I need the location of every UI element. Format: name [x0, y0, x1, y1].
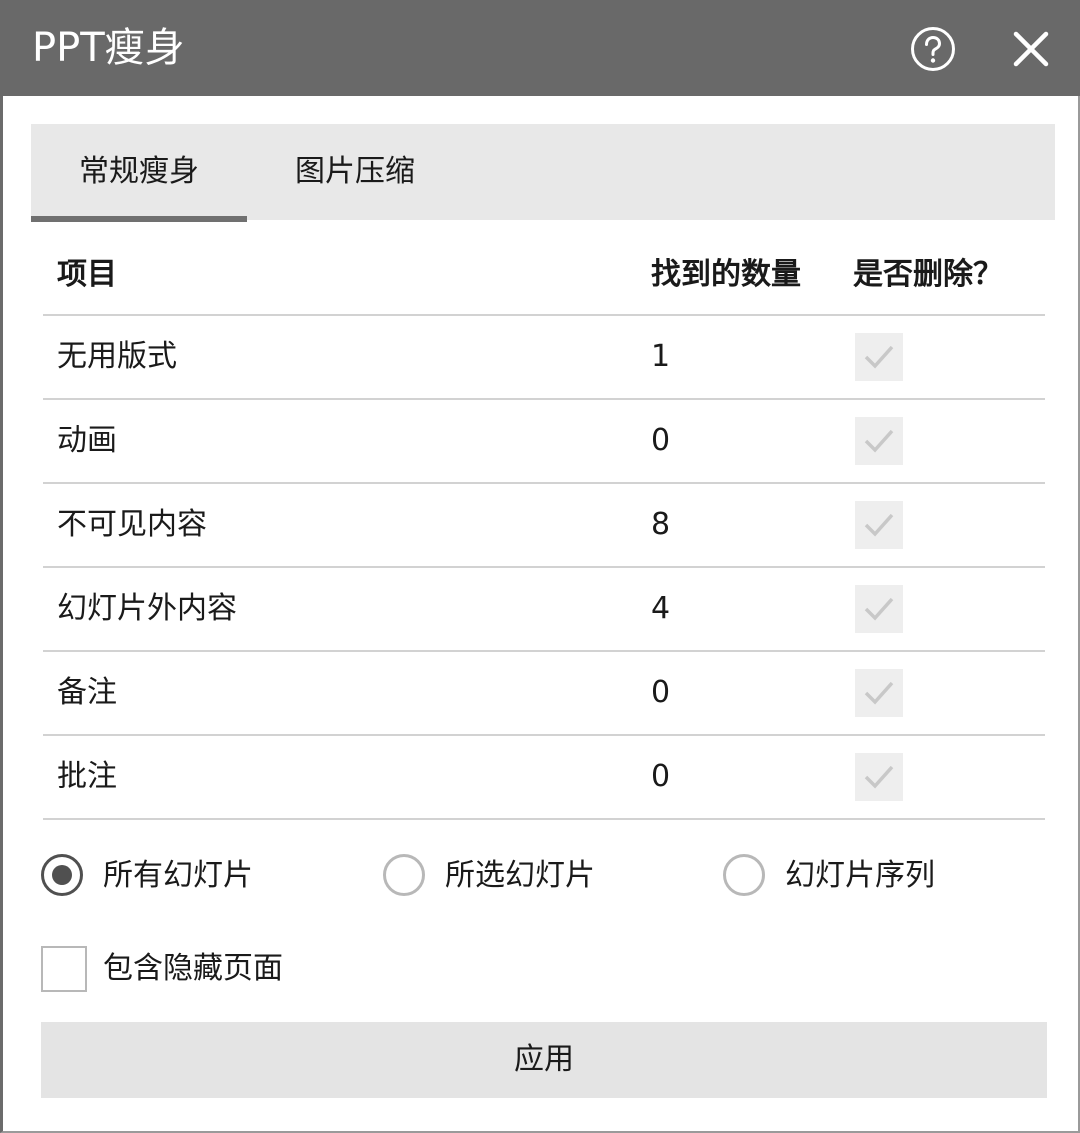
- row-delete-checkbox[interactable]: [855, 753, 903, 801]
- tab-bar: 常规瘦身 图片压缩: [31, 124, 1055, 222]
- radio-label: 所选幻灯片: [445, 858, 595, 893]
- row-delete-checkbox[interactable]: [855, 417, 903, 465]
- header-count: 找到的数量: [651, 257, 801, 292]
- checkmark-icon: [864, 429, 894, 453]
- row-delete-checkbox[interactable]: [855, 669, 903, 717]
- title-bar: PPT瘦身: [0, 0, 1080, 96]
- row-count: 0: [651, 675, 671, 710]
- table-row: 无用版式 1: [43, 316, 1045, 400]
- row-item-label: 批注: [57, 759, 117, 794]
- apply-button[interactable]: 应用: [41, 1022, 1047, 1098]
- table-row: 批注 0: [43, 736, 1045, 820]
- radio-slide-sequence[interactable]: 幻灯片序列: [723, 854, 983, 904]
- checkmark-icon: [864, 345, 894, 369]
- radio-selected-slides[interactable]: 所选幻灯片: [383, 854, 643, 904]
- radio-label: 幻灯片序列: [785, 858, 935, 893]
- row-count: 0: [651, 759, 671, 794]
- header-delete: 是否删除？: [853, 257, 1003, 292]
- row-count: 4: [651, 591, 671, 626]
- radio-selected-dot: [52, 865, 72, 885]
- header-item: 项目: [57, 257, 117, 292]
- row-count: 8: [651, 507, 671, 542]
- include-hidden-checkbox[interactable]: [41, 946, 87, 992]
- row-item-label: 幻灯片外内容: [57, 591, 237, 626]
- table-row: 动画 0: [43, 400, 1045, 484]
- help-button[interactable]: [910, 26, 956, 72]
- dialog-title: PPT瘦身: [32, 25, 185, 71]
- row-item-label: 备注: [57, 675, 117, 710]
- row-count: 0: [651, 423, 671, 458]
- active-tab-indicator: [31, 216, 247, 222]
- close-icon: [1013, 31, 1049, 67]
- include-hidden-label: 包含隐藏页面: [103, 951, 283, 986]
- radio-label: 所有幻灯片: [103, 858, 253, 893]
- table-row: 备注 0: [43, 652, 1045, 736]
- table-row: 幻灯片外内容 4: [43, 568, 1045, 652]
- tab-regular-slim[interactable]: 常规瘦身: [31, 124, 247, 220]
- table-header: 项目 找到的数量 是否删除？: [43, 236, 1045, 316]
- tab-image-compress[interactable]: 图片压缩: [247, 124, 463, 220]
- row-count: 1: [651, 339, 671, 374]
- include-hidden-checkbox-group[interactable]: 包含隐藏页面: [41, 946, 341, 994]
- row-delete-checkbox[interactable]: [855, 501, 903, 549]
- table-row: 不可见内容 8: [43, 484, 1045, 568]
- radio-all-slides[interactable]: 所有幻灯片: [41, 854, 301, 904]
- close-button[interactable]: [1008, 26, 1054, 72]
- radio-button[interactable]: [41, 854, 83, 896]
- checkmark-icon: [864, 597, 894, 621]
- checkmark-icon: [864, 513, 894, 537]
- radio-button[interactable]: [723, 854, 765, 896]
- row-item-label: 无用版式: [57, 339, 177, 374]
- row-delete-checkbox[interactable]: [855, 333, 903, 381]
- row-item-label: 动画: [57, 423, 117, 458]
- radio-button[interactable]: [383, 854, 425, 896]
- checkmark-icon: [864, 681, 894, 705]
- help-circle-icon: [911, 27, 955, 71]
- ppt-slim-dialog: PPT瘦身 常规瘦身 图片压缩 项目 找到的数量 是否删除？ 无用版式 1 动画…: [0, 0, 1080, 1133]
- row-delete-checkbox[interactable]: [855, 585, 903, 633]
- checkmark-icon: [864, 765, 894, 789]
- row-item-label: 不可见内容: [57, 507, 207, 542]
